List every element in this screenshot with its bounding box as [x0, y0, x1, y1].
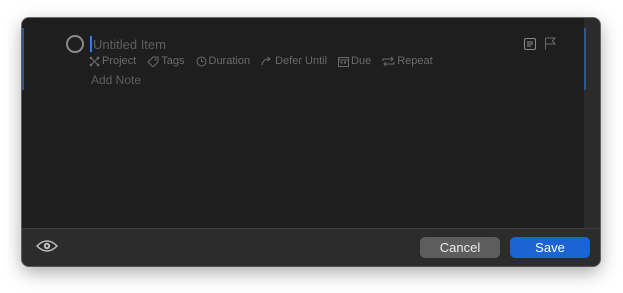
- flag-icon[interactable]: [544, 37, 557, 55]
- tag-icon: [147, 56, 161, 67]
- title-row: [90, 35, 473, 53]
- field-duration[interactable]: Duration: [196, 55, 251, 67]
- item-editor: Project Tags: [22, 18, 584, 229]
- field-duration-label: Duration: [208, 55, 251, 67]
- completion-checkbox[interactable]: [66, 35, 84, 53]
- item-actions: [524, 37, 557, 55]
- field-project-label: Project: [102, 55, 137, 67]
- eye-icon[interactable]: [35, 238, 59, 259]
- project-icon: [89, 56, 102, 67]
- calendar-icon: [338, 56, 351, 67]
- save-button[interactable]: Save: [510, 237, 590, 258]
- field-repeat-label: Repeat: [397, 55, 433, 67]
- field-due-label: Due: [351, 55, 372, 67]
- field-tags-label: Tags: [161, 55, 185, 67]
- defer-arrow-icon: [261, 56, 275, 67]
- item-title-input[interactable]: [93, 36, 473, 52]
- field-defer-until-label: Defer Until: [275, 55, 328, 67]
- text-caret: [90, 36, 92, 52]
- field-tags[interactable]: Tags: [147, 55, 185, 67]
- cancel-button[interactable]: Cancel: [420, 237, 500, 258]
- scroll-gutter: [584, 18, 600, 229]
- field-project[interactable]: Project: [89, 55, 136, 67]
- selection-accent-right: [584, 28, 586, 90]
- item-fields-row: Project Tags Duration Defer Until Due Re…: [89, 55, 444, 67]
- field-defer-until[interactable]: Defer Until: [261, 55, 327, 67]
- dialog-footer: Cancel Save: [22, 228, 600, 266]
- quick-entry-window: Project Tags: [22, 18, 600, 266]
- field-due[interactable]: Due: [338, 55, 371, 67]
- clock-icon: [196, 56, 209, 67]
- repeat-icon: [382, 56, 397, 67]
- field-repeat[interactable]: Repeat: [382, 55, 433, 67]
- note-icon[interactable]: [524, 37, 536, 55]
- add-note-field[interactable]: Add Note: [91, 73, 141, 87]
- selection-accent-left: [22, 28, 24, 90]
